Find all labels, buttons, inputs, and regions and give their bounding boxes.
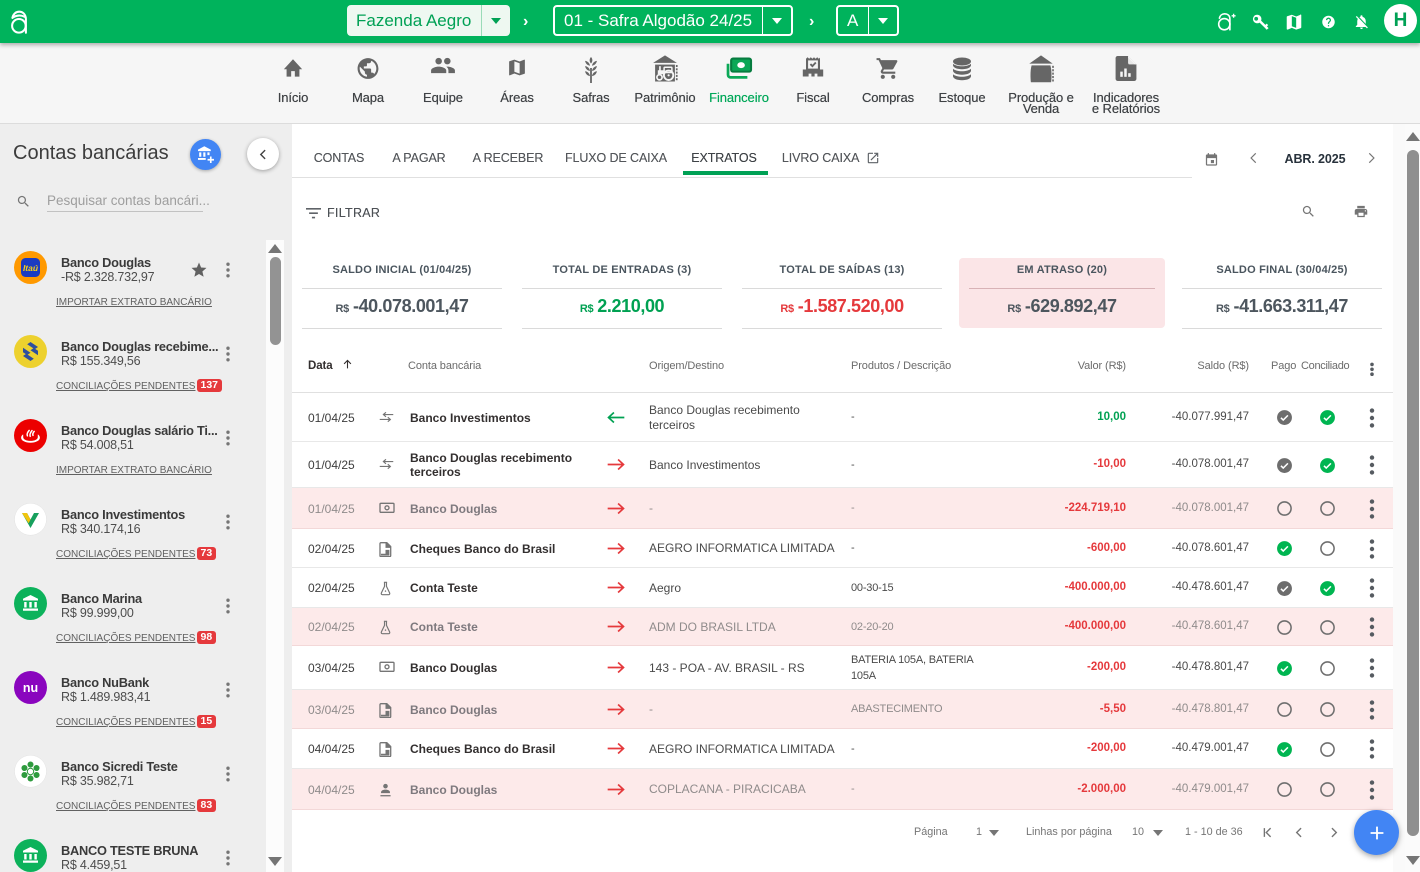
svg-text:nu: nu (23, 681, 38, 695)
svg-text:Itaú: Itaú (23, 263, 39, 273)
